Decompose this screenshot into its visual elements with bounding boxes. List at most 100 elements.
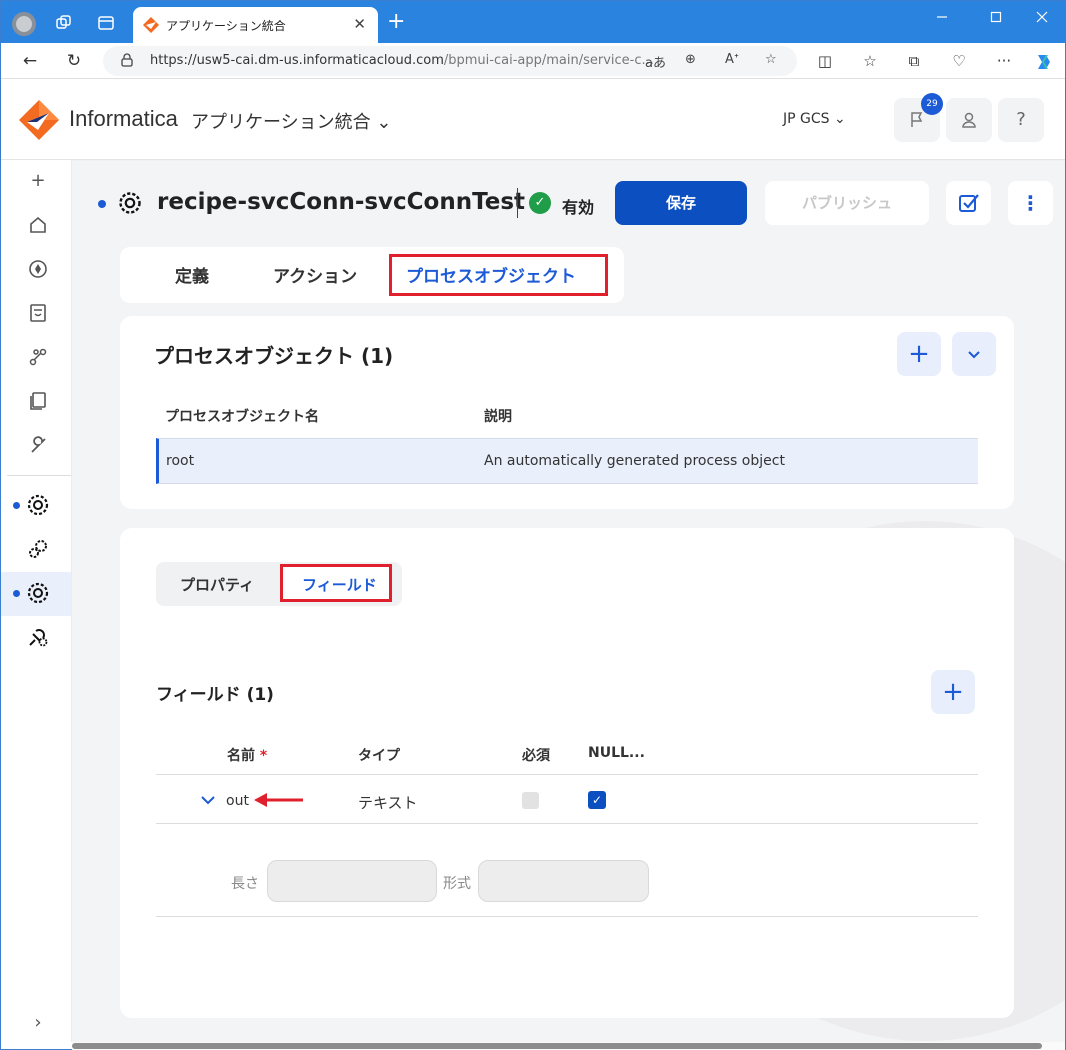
favorite-star-icon[interactable]: ☆ [765, 52, 777, 67]
notification-count-badge: 29 [921, 93, 943, 115]
status-label: 有効 [562, 198, 595, 217]
profile-avatar[interactable] [12, 12, 36, 36]
text-size-icon[interactable]: Aᐩ [725, 52, 739, 67]
expand-button[interactable] [952, 332, 996, 376]
minimize-button[interactable] [932, 11, 952, 27]
plug-gear-icon[interactable] [25, 624, 51, 650]
more-icon[interactable]: ··· [994, 52, 1014, 70]
help-icon: ? [1016, 109, 1026, 130]
favorites-icon[interactable]: ☆ [860, 52, 880, 70]
field-name[interactable]: out [226, 793, 249, 809]
page-title: recipe-svcConn-svcConnTest [157, 189, 526, 215]
unsaved-indicator [98, 200, 106, 208]
url-field[interactable]: https://usw5-cai.dm-us.informaticacloud.… [103, 46, 797, 76]
main-content: recipe-svcConn-svcConnTest ✓ 有効 保存 パブリッシ… [72, 161, 1065, 1042]
required-checkbox[interactable] [522, 792, 539, 809]
add-process-object-button[interactable]: + [897, 332, 941, 376]
add-field-button[interactable]: + [931, 670, 975, 714]
assets-icon[interactable] [25, 388, 51, 414]
active-connector-icon[interactable] [25, 580, 51, 606]
workspaces-icon[interactable] [55, 14, 73, 32]
app-name: アプリケーション統合 [191, 112, 371, 133]
more-actions-button[interactable]: ⋮ [1008, 181, 1053, 225]
refresh-icon[interactable]: ↻ [63, 50, 85, 72]
left-nav: + › [1, 160, 72, 1042]
tab-definition[interactable]: 定義 [175, 262, 209, 287]
length-label: 長さ [231, 876, 259, 892]
browser-titlebar: アプリケーション統合 ✕ + [1, 1, 1065, 43]
column-header-field-name: 名前 * [227, 745, 267, 765]
health-icon[interactable]: ♡ [949, 52, 969, 70]
validate-button[interactable] [946, 181, 991, 225]
user-button[interactable] [946, 98, 992, 142]
column-header-description: 説明 [484, 409, 512, 425]
column-header-nullable: NULL... [588, 745, 645, 761]
chevron-down-icon [968, 351, 980, 359]
horizontal-scrollbar[interactable] [72, 1042, 1065, 1050]
browser-tab-active[interactable]: アプリケーション統合 ✕ [133, 7, 378, 43]
close-window-button[interactable] [1032, 11, 1052, 27]
read-aloud-icon[interactable]: aあ [645, 52, 666, 71]
maximize-button[interactable] [986, 11, 1006, 27]
informatica-tab-icon [143, 17, 159, 33]
field-name-label: 名前 [227, 748, 255, 764]
expand-nav-icon[interactable]: › [25, 1010, 51, 1036]
publish-button[interactable]: パブリッシュ [765, 181, 929, 225]
help-button[interactable]: ? [998, 98, 1044, 142]
divider [156, 823, 978, 824]
tab-actions[interactable]: アクション [273, 262, 357, 287]
zoom-icon[interactable]: ⊕ [685, 52, 696, 67]
process-objects-card: プロセスオブジェクト (1) + プロセスオブジェクト名 説明 root An … [120, 316, 1014, 509]
copilot-icon[interactable] [1034, 52, 1054, 76]
format-input[interactable] [478, 860, 649, 902]
process-object-description: An automatically generated process objec… [484, 453, 785, 469]
column-header-type: タイプ [358, 748, 400, 764]
lock-icon[interactable] [121, 53, 133, 67]
process-objects-title: プロセスオブジェクト (1) [154, 344, 394, 368]
address-bar: ← ↻ https://usw5-cai.dm-us.informaticacl… [1, 43, 1065, 79]
divider [156, 774, 978, 775]
fields-title: フィールド (1) [156, 685, 274, 705]
unsaved-dot [13, 590, 20, 597]
chevron-down-icon: ⌄ [376, 112, 392, 133]
app-switcher[interactable]: アプリケーション統合 ⌄ [191, 108, 391, 134]
org-name: JP GCS [783, 111, 830, 127]
home-icon[interactable] [25, 212, 51, 238]
back-icon[interactable]: ← [19, 50, 41, 72]
length-input[interactable] [267, 860, 437, 902]
informatica-logo[interactable] [19, 100, 59, 140]
expand-row-icon[interactable] [200, 792, 216, 812]
sub-tab-properties[interactable]: プロパティ [180, 574, 254, 595]
close-tab-icon[interactable]: ✕ [353, 15, 366, 33]
sub-tab-bar: プロパティ フィールド [156, 562, 402, 606]
table-row[interactable]: root An automatically generated process … [156, 438, 978, 484]
required-mark: * [259, 748, 268, 764]
format-label: 形式 [443, 876, 471, 892]
highlight-box [280, 564, 392, 602]
tab-actions-icon[interactable] [97, 14, 115, 32]
process-flow-icon[interactable] [25, 344, 51, 370]
user-icon [962, 112, 976, 128]
title-divider [517, 188, 518, 218]
unsaved-dot [13, 502, 20, 509]
url-host: https://usw5-cai.dm-us.informaticacloud.… [150, 53, 444, 68]
wrench-icon[interactable] [25, 432, 51, 458]
nullable-checkbox[interactable]: ✓ [588, 791, 606, 809]
browser-window: アプリケーション統合 ✕ + ← ↻ https://usw5-cai.dm-u… [0, 0, 1066, 1050]
column-header-name: プロセスオブジェクト名 [165, 409, 319, 425]
field-type: テキスト [358, 794, 418, 812]
new-tab-button[interactable]: + [387, 11, 405, 33]
chevron-down-icon: ⌄ [834, 111, 846, 127]
nav-new-icon[interactable]: + [25, 168, 51, 194]
collections-icon[interactable]: ⧉ [904, 52, 924, 70]
org-selector[interactable]: JP GCS ⌄ [783, 111, 846, 127]
save-button[interactable]: 保存 [615, 181, 747, 225]
fields-card: プロパティ フィールド フィールド (1) + 名前 * タイプ 必須 NULL… [120, 528, 1014, 1018]
monitor-icon[interactable] [25, 300, 51, 326]
service-connector-icon[interactable] [25, 492, 51, 518]
service-connector-icon [119, 192, 141, 214]
explore-icon[interactable] [25, 256, 51, 282]
split-screen-icon[interactable]: ◫ [815, 52, 835, 70]
gears-icon[interactable] [25, 536, 51, 562]
scrollbar-thumb[interactable] [72, 1043, 1042, 1049]
